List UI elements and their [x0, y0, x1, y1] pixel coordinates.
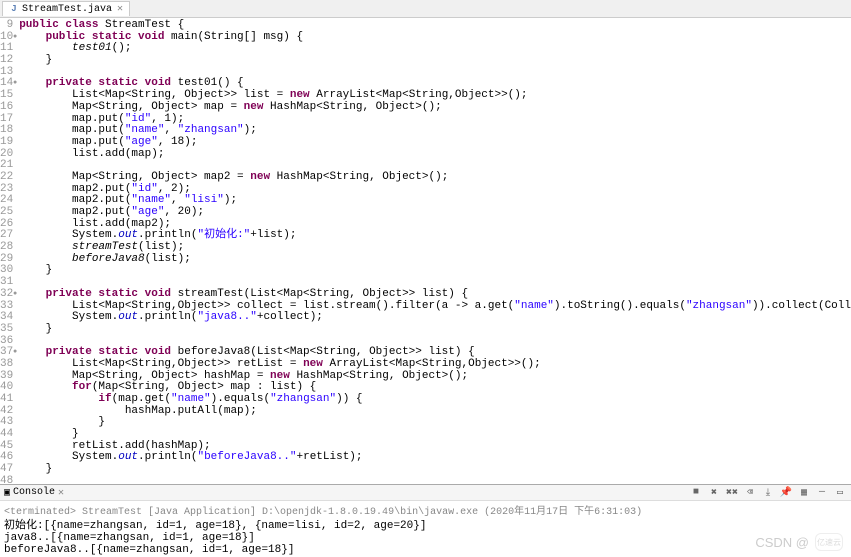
- console-toolbar: ■✖✖✖⌫⤓📌▦—▭: [689, 486, 847, 500]
- display-icon[interactable]: ▦: [797, 486, 811, 500]
- line-number: 25: [0, 207, 13, 219]
- line-number: 28: [0, 242, 13, 254]
- editor-tab-bar: J StreamTest.java ✕: [0, 0, 851, 18]
- code-line[interactable]: hashMap.putAll(map);: [19, 406, 851, 418]
- line-number: 35: [0, 324, 13, 336]
- code-line[interactable]: test01();: [19, 43, 851, 55]
- terminate-icon[interactable]: ■: [689, 486, 703, 500]
- line-gutter: 9101112131415161718192021222324252627282…: [0, 18, 19, 486]
- console-header: ▣ Console ✕ ■✖✖✖⌫⤓📌▦—▭: [0, 485, 851, 501]
- console-title-label: Console: [13, 487, 55, 498]
- console-output[interactable]: 初始化:[{name=zhangsan, id=1, age=18}, {nam…: [0, 519, 851, 557]
- code-editor[interactable]: 9101112131415161718192021222324252627282…: [0, 18, 851, 486]
- line-number: 32: [0, 289, 13, 301]
- line-number: 9: [0, 20, 13, 32]
- clear-icon[interactable]: ⌫: [743, 486, 757, 500]
- console-tab[interactable]: ▣ Console ✕: [4, 487, 64, 499]
- code-line[interactable]: System.out.println("beforeJava8.."+retLi…: [19, 452, 851, 464]
- max-icon[interactable]: ▭: [833, 486, 847, 500]
- line-number: 16: [0, 102, 13, 114]
- console-line: java8..[{name=zhangsan, id=1, age=18}]: [4, 532, 847, 544]
- console-line: 初始化:[{name=zhangsan, id=1, age=18}, {nam…: [4, 520, 847, 532]
- code-line[interactable]: map.put("age", 18);: [19, 137, 851, 149]
- line-number: 44: [0, 429, 13, 441]
- code-line[interactable]: System.out.println("java8.."+collect);: [19, 312, 851, 324]
- code-line[interactable]: list.add(map);: [19, 149, 851, 161]
- code-line[interactable]: public static void main(String[] msg) {: [19, 32, 851, 44]
- close-icon[interactable]: ✕: [58, 487, 64, 499]
- code-line[interactable]: }: [19, 265, 851, 277]
- code-area[interactable]: public class StreamTest { public static …: [19, 18, 851, 486]
- close-icon[interactable]: ✕: [117, 3, 123, 15]
- line-number: 41: [0, 394, 13, 406]
- line-number: 19: [0, 137, 13, 149]
- console-line: beforeJava8..[{name=zhangsan, id=1, age=…: [4, 544, 847, 556]
- console-panel: ▣ Console ✕ ■✖✖✖⌫⤓📌▦—▭ <terminated> Stre…: [0, 484, 851, 557]
- code-line[interactable]: map2.put("age", 20);: [19, 207, 851, 219]
- code-line[interactable]: List<Map<String,Object>> retList = new A…: [19, 359, 851, 371]
- console-icon: ▣: [4, 487, 10, 499]
- code-line[interactable]: if(map.get("name").equals("zhangsan")) {: [19, 394, 851, 406]
- line-number: 22: [0, 172, 13, 184]
- tab-streamtest[interactable]: J StreamTest.java ✕: [2, 1, 130, 16]
- code-line[interactable]: }: [19, 55, 851, 67]
- line-number: 38: [0, 359, 13, 371]
- min-icon[interactable]: —: [815, 486, 829, 500]
- java-file-icon: J: [9, 4, 19, 14]
- remove-all-icon[interactable]: ✖✖: [725, 486, 739, 500]
- watermark: CSDN @ 亿速云: [755, 533, 843, 551]
- code-line[interactable]: }: [19, 464, 851, 476]
- code-line[interactable]: }: [19, 417, 851, 429]
- pin-icon[interactable]: 📌: [779, 486, 793, 500]
- code-line[interactable]: }: [19, 324, 851, 336]
- watermark-text: CSDN @: [755, 535, 809, 550]
- console-run-info: <terminated> StreamTest [Java Applicatio…: [0, 501, 851, 519]
- code-line[interactable]: }: [19, 429, 851, 441]
- remove-icon[interactable]: ✖: [707, 486, 721, 500]
- watermark-logo: 亿速云: [815, 533, 843, 551]
- tab-label: StreamTest.java: [22, 4, 112, 15]
- scroll-lock-icon[interactable]: ⤓: [761, 486, 775, 500]
- line-number: 12: [0, 55, 13, 67]
- code-line[interactable]: beforeJava8(list);: [19, 254, 851, 266]
